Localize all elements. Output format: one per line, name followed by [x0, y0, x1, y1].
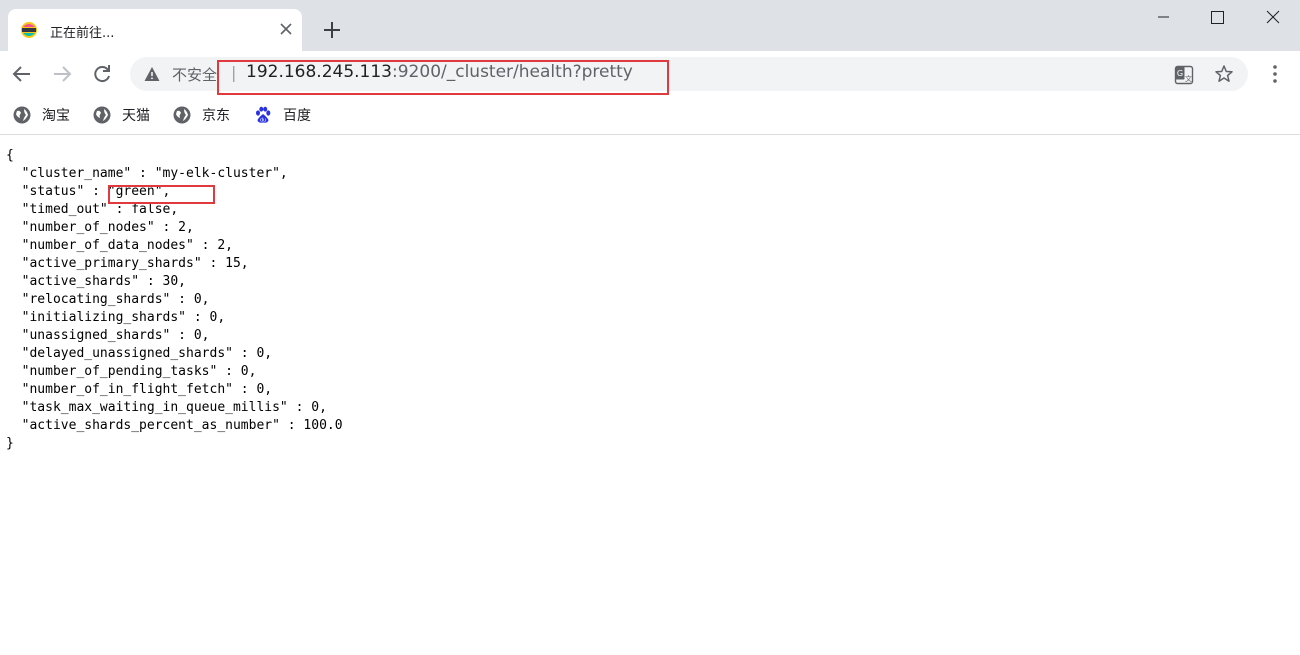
json-line-active-shards-percent: "active_shards_percent_as_number" : 100.… — [6, 418, 343, 433]
json-line-task-max-waiting: "task_max_waiting_in_queue_millis" : 0, — [6, 400, 327, 415]
json-line-unassigned-shards: "unassigned_shards" : 0, — [6, 328, 210, 343]
status-annotation-box — [108, 185, 215, 204]
json-line-initializing-shards: "initializing_shards" : 0, — [6, 310, 226, 325]
json-line-delayed-unassigned-shards: "delayed_unassigned_shards" : 0, — [6, 346, 273, 361]
url-annotation-box — [217, 60, 669, 95]
bookmark-jd[interactable]: 京东 — [173, 104, 230, 126]
close-tab-icon[interactable] — [276, 19, 296, 39]
elastic-favicon-icon — [21, 22, 37, 38]
json-line-number-of-nodes: "number_of_nodes" : 2, — [6, 220, 194, 235]
warning-icon[interactable] — [144, 66, 160, 82]
svg-text:du: du — [260, 118, 266, 124]
globe-icon — [13, 106, 31, 124]
globe-icon — [93, 106, 111, 124]
json-line-number-of-data-nodes: "number_of_data_nodes" : 2, — [6, 238, 233, 253]
svg-text:G: G — [1177, 69, 1183, 78]
bookmarks-bar: 淘宝 天猫 京东 du 百度 — [0, 97, 1300, 135]
bookmark-tmall[interactable]: 天猫 — [93, 104, 150, 126]
bookmark-label: 淘宝 — [42, 108, 70, 124]
json-line-active-shards: "active_shards" : 30, — [6, 274, 187, 289]
bookmark-star-icon[interactable] — [1214, 64, 1234, 84]
json-line-number-of-in-flight-fetch: "number_of_in_flight_fetch" : 0, — [6, 382, 273, 397]
close-window-icon[interactable] — [1246, 0, 1300, 34]
svg-text:文: 文 — [1185, 74, 1192, 83]
json-line-number-of-pending-tasks: "number_of_pending_tasks" : 0, — [6, 364, 257, 379]
not-secure-label[interactable]: 不安全 — [172, 64, 217, 85]
bookmark-label: 天猫 — [122, 108, 150, 124]
forward-arrow-icon[interactable] — [49, 61, 75, 87]
json-line-relocating-shards: "relocating_shards" : 0, — [6, 292, 210, 307]
json-line-cluster-name: "cluster_name" : "my-elk-cluster", — [6, 166, 288, 181]
bookmark-taobao[interactable]: 淘宝 — [13, 104, 70, 126]
reload-icon[interactable] — [89, 61, 115, 87]
maximize-icon[interactable] — [1190, 0, 1244, 34]
baidu-paw-icon: du — [256, 106, 271, 124]
bookmark-label: 京东 — [202, 108, 230, 124]
bookmark-baidu[interactable]: du 百度 — [254, 104, 311, 126]
globe-icon — [173, 106, 191, 124]
more-menu-icon[interactable] — [1264, 63, 1286, 85]
json-line: } — [6, 436, 14, 451]
json-line-active-primary-shards: "active_primary_shards" : 15, — [6, 256, 249, 271]
minimize-icon[interactable] — [1136, 0, 1190, 34]
json-line: { — [6, 148, 14, 163]
tab-title: 正在前往... — [50, 26, 115, 41]
tab-strip: 正在前往... — [0, 0, 1300, 51]
browser-tab[interactable]: 正在前往... — [8, 9, 302, 51]
back-arrow-icon[interactable] — [9, 61, 35, 87]
translate-icon[interactable]: G 文 — [1174, 65, 1194, 85]
new-tab-icon[interactable] — [320, 18, 344, 42]
bookmark-label: 百度 — [283, 108, 311, 124]
